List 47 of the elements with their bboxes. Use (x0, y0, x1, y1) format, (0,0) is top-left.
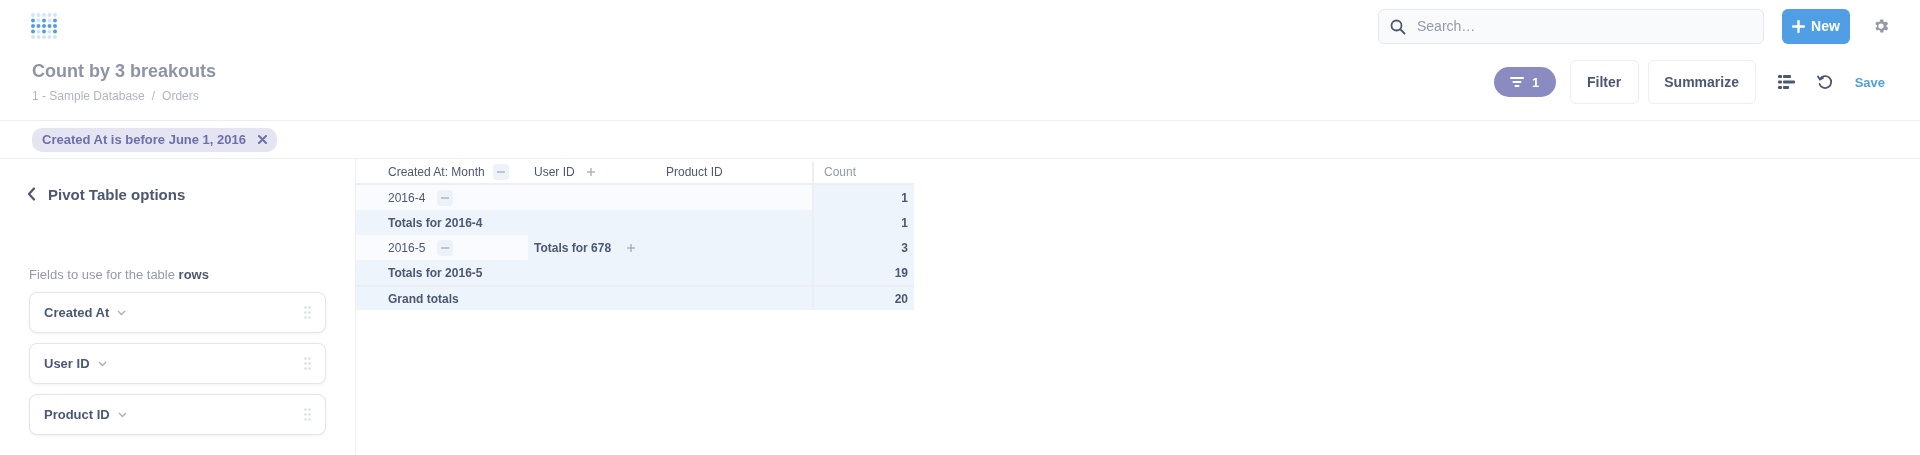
drag-handle-icon[interactable] (304, 306, 311, 319)
field-label: Created At (44, 305, 110, 320)
filter-icon (1510, 76, 1524, 88)
save-link[interactable]: Save (1854, 74, 1885, 90)
drag-handle-icon[interactable] (304, 357, 311, 370)
logo-icon[interactable] (30, 12, 58, 40)
field-card[interactable]: Created At (29, 292, 326, 333)
table-cell: 1 (812, 185, 914, 210)
minus-icon[interactable] (437, 189, 454, 206)
table-cell: 2016-4 (356, 185, 812, 210)
new-button[interactable]: New (1782, 8, 1850, 44)
search-icon (1390, 18, 1406, 35)
sidebar-title: Pivot Table options (48, 185, 186, 203)
table-cell: Totals for 2016-5 (356, 260, 812, 285)
table-cell: 3 (812, 235, 914, 260)
caret-down-icon[interactable] (117, 309, 127, 316)
table-cell: Totals for 2016-4 (356, 210, 812, 235)
field-card[interactable]: User ID (29, 343, 326, 384)
table-cell: Grand totals (356, 285, 812, 310)
table-cell: Totals for 678 (528, 235, 812, 260)
table-cell: 20 (812, 285, 914, 310)
field-card[interactable]: Product ID (29, 394, 326, 435)
table-cell: 1 (812, 210, 914, 235)
table-cell: 2016-5 (356, 235, 528, 260)
filter-chip[interactable]: Created At is before June 1, 2016 (32, 127, 277, 152)
section-label: Fields to use for the table rows (29, 267, 210, 282)
filter-count-button[interactable]: 1 (1493, 67, 1556, 97)
minus-icon[interactable] (492, 164, 509, 180)
caret-down-icon[interactable] (117, 411, 127, 418)
toolbar-button[interactable]: Filter (1569, 60, 1639, 104)
refresh-icon[interactable] (1816, 74, 1833, 90)
minus-icon[interactable] (437, 239, 454, 256)
back-icon[interactable] (27, 187, 36, 201)
table-cell: 19 (812, 260, 914, 285)
list-icon[interactable] (1777, 75, 1795, 89)
field-label: User ID (44, 356, 90, 371)
toolbar-button[interactable]: Summarize (1647, 60, 1756, 104)
question-title: Count by 3 breakouts (32, 61, 218, 82)
breadcrumb-link[interactable]: 1 - Sample Database (32, 89, 145, 103)
plus-icon (1792, 19, 1806, 33)
caret-down-icon[interactable] (97, 360, 107, 367)
close-icon[interactable] (258, 135, 267, 144)
breadcrumb-separator: / (151, 89, 156, 103)
breadcrumb-link[interactable]: Orders (162, 89, 199, 103)
field-label: Product ID (44, 407, 110, 422)
drag-handle-icon[interactable] (304, 408, 311, 421)
search-field[interactable]: Search… (1378, 8, 1764, 44)
